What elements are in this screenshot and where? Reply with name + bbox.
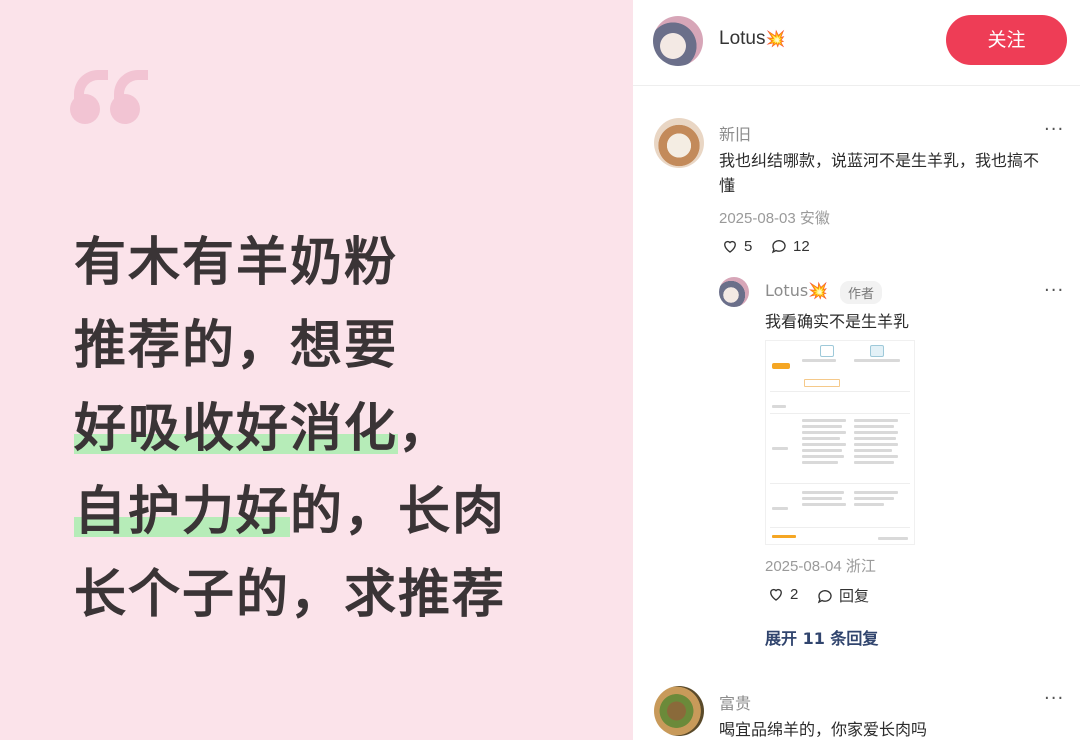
headline-line-4: 自护力好的，长肉 (74, 482, 507, 542)
headline-line-3: 好吸收好消化， (74, 399, 453, 459)
reply-text: 我看确实不是生羊乳 (765, 312, 910, 331)
post-card: 有木有羊奶粉 推荐的，想要 好吸收好消化， 自护力好的，长肉 长个子的，求推荐 (0, 0, 633, 740)
heart-icon (770, 588, 782, 601)
like-count: 5 (744, 237, 753, 255)
image-badge (772, 363, 790, 369)
like-count: 2 (790, 585, 799, 603)
comment-text: 我也纠结哪款，说蓝河不是生羊乳，我也搞不 懂 (719, 151, 1040, 195)
comment-text: 喝宜品绵羊的，你家爱长肉吗 (719, 720, 928, 739)
more-icon[interactable]: ··· (1044, 688, 1064, 709)
commenter-avatar[interactable] (654, 686, 704, 736)
quote-mark-icon (70, 70, 148, 126)
reply-label: 回复 (839, 588, 870, 605)
headline-line-1: 有木有羊奶粉 (74, 233, 399, 293)
spark-icon: 💥 (765, 31, 786, 48)
headline-line-2: 推荐的，想要 (74, 316, 399, 376)
author-name[interactable]: Lotus💥 (719, 28, 785, 50)
headline-highlight: 自护力好 (74, 482, 291, 542)
like-button[interactable]: 5 (721, 237, 752, 255)
comment-meta: 2025-08-03 安徽 (719, 210, 830, 227)
reply-user[interactable]: Lotus💥 (765, 281, 828, 300)
author-avatar[interactable] (653, 16, 703, 66)
reply-meta: 2025-08-04 浙江 (765, 558, 876, 575)
comment-icon (817, 589, 832, 603)
follow-button[interactable]: 关注 (946, 15, 1067, 65)
headline-highlight: 好吸收好消化 (74, 399, 399, 459)
more-icon[interactable]: ··· (1044, 119, 1064, 140)
reply-count: 12 (793, 237, 810, 255)
author-tag: 作者 (840, 281, 883, 304)
comment-icon (771, 240, 786, 254)
more-icon[interactable]: ··· (1044, 280, 1064, 301)
commenter-name[interactable]: 富贵 (719, 690, 751, 714)
expand-replies-link[interactable]: 展开 11 条回复 (765, 625, 878, 649)
image-icon (870, 345, 884, 357)
reply-avatar[interactable] (719, 277, 749, 307)
image-label (804, 379, 840, 387)
reply-image[interactable] (765, 340, 915, 545)
author-header: Lotus💥 关注 (633, 0, 1080, 86)
post-headline: 有木有羊奶粉 推荐的，想要 好吸收好消化， 自护力好的，长肉 长个子的，求推荐 (74, 222, 506, 637)
heart-icon (724, 240, 736, 253)
image-icon (820, 345, 834, 357)
like-button[interactable]: 2 (767, 585, 798, 603)
commenter-avatar[interactable] (654, 118, 704, 168)
spark-icon: 💥 (808, 281, 829, 300)
headline-line-5: 长个子的，求推荐 (74, 565, 507, 625)
reply-count-button[interactable]: 12 (770, 237, 810, 255)
reply-button[interactable]: 回复 (816, 585, 869, 606)
commenter-name[interactable]: 新旧 (719, 121, 751, 145)
